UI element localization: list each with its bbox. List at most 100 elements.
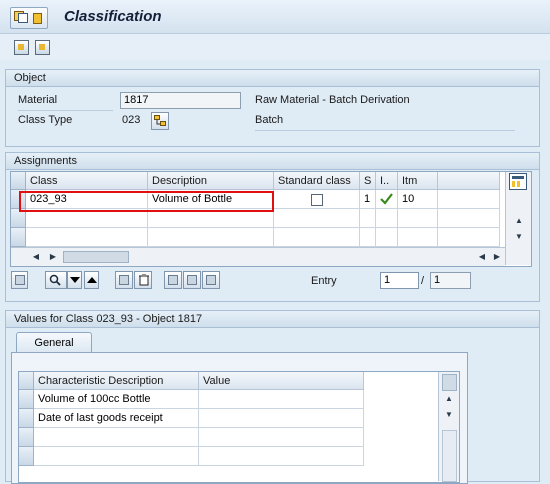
deselect-all-button[interactable] [202,271,220,289]
material-label: Material [18,94,58,106]
values-group-header: Values for Class 023_93 - Object 1817 [6,311,539,328]
class-type-select-button[interactable] [151,112,169,130]
scroll-right-icon[interactable]: ▶ [48,252,58,262]
system-menu-button[interactable] [10,7,48,29]
row-selector[interactable] [19,447,34,466]
details-icon [15,275,25,285]
details-button[interactable] [11,271,28,289]
column-header-value[interactable]: Value [199,372,364,390]
class-cell[interactable] [26,228,148,247]
scroll-up-icon[interactable]: ▲ [444,394,454,404]
column-header-class[interactable]: Class [26,172,148,190]
row-selector[interactable] [19,409,34,428]
values-group: Values for Class 023_93 - Object 1817 Ge… [5,310,540,484]
row-selector[interactable] [19,390,34,409]
select-all-icon [187,275,197,285]
empty-cell [438,209,500,228]
value-cell[interactable] [199,428,364,447]
standard-class-cell [274,228,360,247]
divider [18,110,113,111]
class-type-value: 023 [122,114,141,126]
entry-input[interactable]: 1 [380,272,419,289]
title-bar: Classification [0,0,550,34]
status-cell [360,228,376,247]
item-cell: 10 [398,190,438,209]
tab-general[interactable]: General [16,332,92,353]
characteristic-cell: Date of last goods receipt [34,409,199,428]
tab-panel: Characteristic Description Value Volume … [11,352,468,484]
column-header-indicator[interactable]: I.. [376,172,398,190]
select-all-cell[interactable] [11,172,26,190]
other-object-icon[interactable] [14,40,29,55]
value-cell[interactable] [199,409,364,428]
characteristic-cell [34,428,199,447]
highlight-box [19,191,274,212]
column-header-item[interactable]: Itm [398,172,438,190]
hierarchy-icon [154,115,166,126]
find-button[interactable] [45,271,67,289]
horizontal-scrollbar[interactable]: ◀ ▶ ◀ ▶ [11,247,505,266]
select-block-icon [168,275,178,285]
standard-class-checkbox[interactable] [311,194,323,206]
insert-row-icon [119,275,129,285]
table-settings-icon[interactable] [509,173,527,190]
row-selector[interactable] [11,228,26,247]
standard-class-cell [274,190,360,209]
characteristics-table: Characteristic Description Value Volume … [18,371,460,483]
scroll-thumb[interactable] [442,374,457,391]
material-field[interactable]: 1817 [120,92,241,109]
assignments-group: Assignments Class Description Standard c… [5,152,540,302]
scroll-down-button[interactable] [67,271,82,289]
row-selector[interactable] [19,428,34,447]
scroll-up-icon[interactable]: ▲ [514,216,524,226]
scroll-down-icon[interactable]: ▼ [444,410,454,420]
status-cell: 1 [360,190,376,209]
column-header-characteristic[interactable]: Characteristic Description [34,372,199,390]
app-toolbar [0,34,550,60]
scroll-left-icon[interactable]: ◀ [477,252,487,262]
value-cell[interactable] [199,447,364,466]
delete-row-button[interactable] [134,271,152,289]
item-cell [398,228,438,247]
scroll-track[interactable] [442,430,457,482]
dropdown-icon [33,13,42,24]
entry-label: Entry [311,275,337,287]
characteristic-cell [34,447,199,466]
scroll-left-icon[interactable]: ◀ [31,252,41,262]
scroll-right-icon[interactable]: ▶ [492,252,502,262]
value-cell[interactable] [199,390,364,409]
scroll-thumb[interactable] [63,251,129,263]
class-type-description: Batch [255,114,284,126]
material-description: Raw Material - Batch Derivation [255,94,410,106]
deselect-all-icon [206,275,216,285]
select-block-button[interactable] [164,271,182,289]
indicator-cell [376,190,398,209]
assignments-table: Class Description Standard class S I.. I… [10,171,532,267]
vertical-scrollbar[interactable]: ▲ ▼ [438,372,459,482]
status-cell [360,209,376,228]
column-header-standard-class[interactable]: Standard class [274,172,360,190]
page-title: Classification [64,8,162,25]
scroll-up-button[interactable] [84,271,99,289]
object-group: Object Material 1817 Raw Material - Batc… [5,69,540,147]
checkmark-icon [380,193,393,205]
insert-row-button[interactable] [115,271,133,289]
triangle-up-icon [87,277,97,283]
select-all-cell[interactable] [19,372,34,390]
search-icon [49,274,61,286]
select-all-button[interactable] [183,271,201,289]
column-header-empty [438,172,500,190]
column-header-description[interactable]: Description [148,172,274,190]
column-header-status[interactable]: S [360,172,376,190]
triangle-down-icon [70,277,80,283]
indicator-cell [376,228,398,247]
empty-cell [438,190,500,209]
new-assignment-icon[interactable] [35,40,50,55]
vertical-scrollbar[interactable]: ▲ ▼ [505,172,531,265]
trash-icon [139,274,149,286]
scroll-down-icon[interactable]: ▼ [514,232,524,242]
entry-separator: / [421,275,425,287]
assignments-group-header: Assignments [6,153,539,170]
characteristic-cell: Volume of 100cc Bottle [34,390,199,409]
item-cell [398,209,438,228]
